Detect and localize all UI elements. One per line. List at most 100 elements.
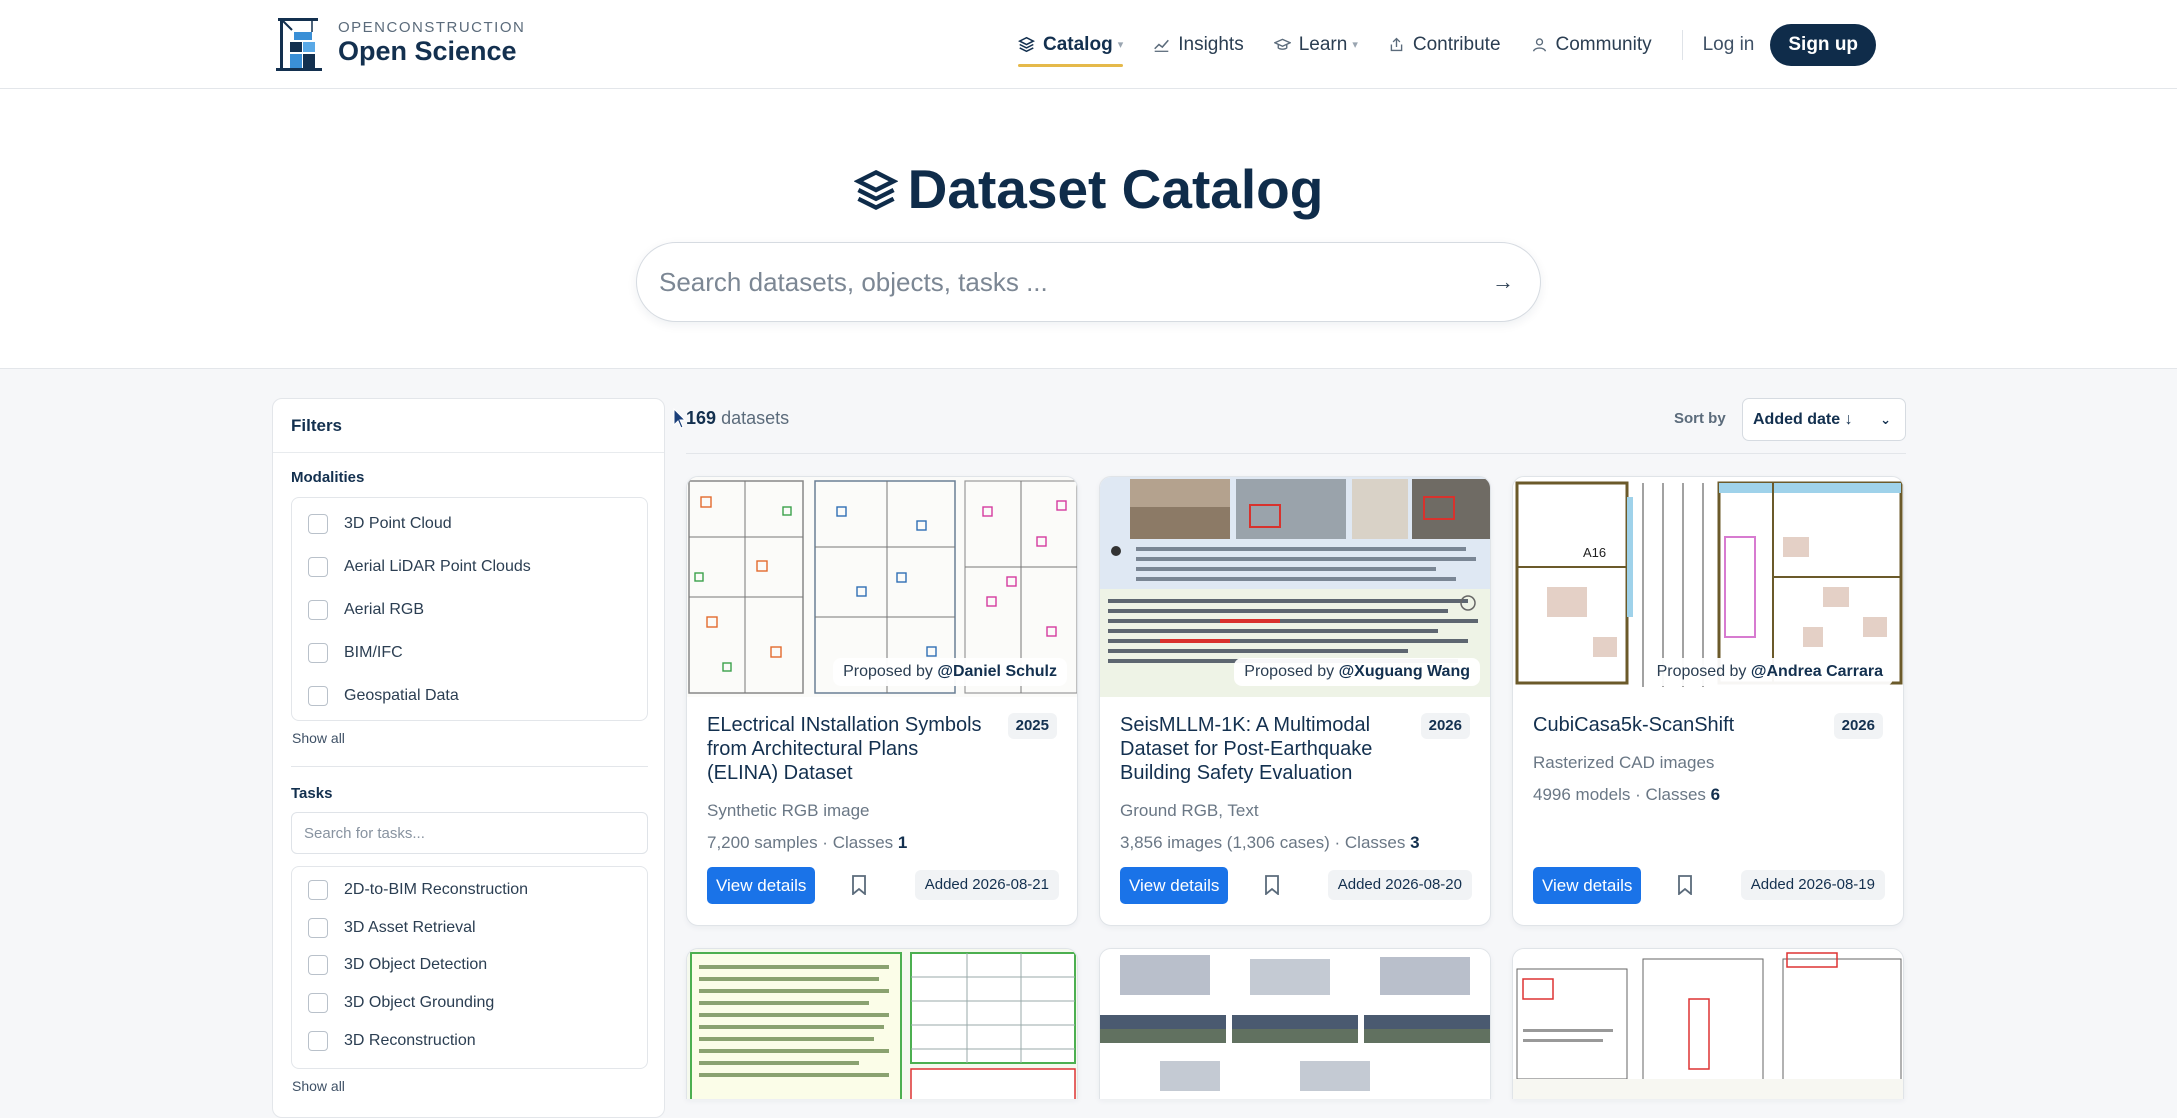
nav-catalog-label: Catalog [1043, 33, 1113, 55]
chevron-down-icon: ▾ [1352, 39, 1358, 51]
dataset-card [686, 948, 1078, 1099]
dataset-card [1099, 948, 1491, 1099]
dataset-thumbnail[interactable]: Proposed by @Xuguang Wang [1100, 477, 1490, 697]
checkbox[interactable] [308, 955, 328, 976]
arrow-right-icon[interactable]: → [1490, 269, 1516, 295]
filters-title: Filters [273, 399, 664, 453]
checkbox[interactable] [308, 879, 328, 900]
author-link[interactable]: @Andrea Carrara [1751, 663, 1883, 680]
checkbox[interactable] [308, 513, 328, 534]
tasks-list: 2D-to-BIM Reconstruction 3D Asset Retrie… [291, 866, 648, 1069]
dataset-stats: 3,856 images (1,306 cases) · Classes 3 [1120, 833, 1420, 852]
bookmark-icon[interactable] [851, 875, 867, 895]
added-date-badge: Added 2026-08-20 [1327, 870, 1472, 900]
sample-count: 3,856 images (1,306 cases) [1120, 833, 1330, 852]
checkbox[interactable] [308, 642, 328, 663]
modality-option[interactable]: Geospatial Data [292, 674, 647, 717]
results-count-number: 169 [686, 408, 717, 428]
hero-section: Dataset Catalog → [0, 89, 2177, 369]
upload-icon [1390, 37, 1403, 52]
dataset-thumbnail[interactable] [687, 949, 1077, 1099]
bookmark-icon[interactable] [1264, 875, 1280, 895]
task-option[interactable]: 3D Object Grounding [292, 984, 647, 1022]
dataset-thumbnail[interactable] [1513, 949, 1903, 1099]
checkbox[interactable] [308, 556, 328, 577]
modality-label: 3D Point Cloud [344, 514, 452, 532]
dataset-stats: 4996 models · Classes 6 [1533, 785, 1721, 804]
view-details-button[interactable]: View details [707, 867, 816, 904]
dataset-thumbnail[interactable]: A16 Proposed by @Andrea Carrara [1513, 477, 1903, 697]
author-link[interactable]: @Xuguang Wang [1339, 663, 1470, 680]
task-label: 3D Object Grounding [344, 994, 495, 1012]
checkbox[interactable] [308, 1031, 328, 1052]
checkbox[interactable] [308, 993, 328, 1014]
signup-button[interactable]: Sign up [1770, 23, 1877, 66]
dataset-stats: 7,200 samples · Classes 1 [707, 833, 908, 852]
task-option[interactable]: 3D Reconstruction [292, 1022, 647, 1060]
proposed-by-badge: Proposed by @Xuguang Wang [1234, 658, 1480, 686]
dataset-title[interactable]: SeisMLLM-1K: A Multimodal Dataset for Po… [1120, 713, 1405, 785]
author-link[interactable]: @Daniel Schulz [937, 663, 1057, 680]
layers-icon [1018, 36, 1035, 53]
checkbox[interactable] [308, 599, 328, 620]
nav-insights[interactable]: Insights [1153, 25, 1244, 65]
task-search-input[interactable] [291, 812, 648, 854]
view-details-button[interactable]: View details [1120, 867, 1229, 904]
bookmark-icon[interactable] [1677, 875, 1693, 895]
year-badge: 2026 [1420, 713, 1470, 739]
sample-count: 7,200 samples [707, 833, 818, 852]
dataset-card [1512, 948, 1904, 1099]
nav-community-label: Community [1555, 33, 1652, 55]
year-badge: 2026 [1833, 713, 1883, 739]
search-bar: → [636, 242, 1541, 322]
proposed-by-badge: Proposed by @Daniel Schulz [833, 658, 1067, 686]
checkbox[interactable] [308, 917, 328, 938]
task-option[interactable]: 3D Object Detection [292, 947, 647, 985]
tasks-title: Tasks [291, 785, 333, 802]
dataset-thumbnail[interactable]: Proposed by @Daniel Schulz [687, 477, 1077, 697]
site-logo[interactable]: OPENCONSTRUCTION Open Science [272, 14, 525, 72]
nav-community[interactable]: Community [1531, 25, 1652, 65]
modality-option[interactable]: 3D Point Cloud [292, 502, 647, 545]
nav-learn-label: Learn [1298, 33, 1348, 55]
dataset-thumbnail[interactable] [1100, 949, 1490, 1099]
document-table-thumbnail-icon [687, 949, 1077, 1099]
task-option[interactable]: 3D Asset Retrieval [292, 909, 647, 947]
nav-contribute[interactable]: Contribute [1388, 25, 1501, 65]
graduation-cap-icon [1273, 38, 1291, 50]
modality-option[interactable]: BIM/IFC [292, 631, 647, 674]
classes-label: Classes [832, 833, 894, 852]
dataset-title[interactable]: CubiCasa5k-ScanShift [1533, 713, 1818, 737]
dataset-title[interactable]: ELectrical INstallation Symbols from Arc… [707, 713, 992, 785]
year-badge: 2025 [1007, 713, 1057, 739]
modalities-show-all[interactable]: Show all [292, 730, 345, 746]
task-option[interactable]: 2D-to-BIM Reconstruction [292, 871, 647, 909]
modality-label: Aerial RGB [344, 600, 425, 618]
classes-count: 6 [1710, 785, 1721, 804]
modality-option[interactable]: Aerial LiDAR Point Clouds [292, 545, 647, 588]
tasks-show-all[interactable]: Show all [292, 1078, 345, 1094]
nav-catalog[interactable]: Catalog ▾ [1018, 25, 1124, 67]
classes-count: 3 [1410, 833, 1420, 852]
top-navigation-bar: OPENCONSTRUCTION Open Science Catalog ▾ … [0, 0, 2177, 89]
layers-icon [853, 169, 899, 211]
view-details-button[interactable]: View details [1533, 867, 1642, 904]
modality-option[interactable]: Aerial RGB [292, 588, 647, 631]
checkbox[interactable] [308, 685, 328, 706]
task-label: 2D-to-BIM Reconstruction [344, 880, 529, 898]
proposed-by-prefix: Proposed by [843, 663, 933, 680]
added-date-badge: Added 2026-08-19 [1740, 870, 1885, 900]
brand-subtitle: OPENCONSTRUCTION [338, 19, 526, 36]
sort-select[interactable]: Added date ↓ ⌄ [1742, 398, 1906, 441]
modalities-title: Modalities [291, 469, 365, 486]
filters-panel: Filters Modalities 3D Point Cloud Aerial… [272, 398, 665, 1118]
results-count-suffix: datasets [721, 408, 790, 428]
modality-label: BIM/IFC [344, 643, 403, 661]
dataset-modality: Ground RGB, Text [1120, 801, 1259, 820]
search-input[interactable] [659, 243, 1459, 321]
classes-label: Classes [1645, 785, 1706, 804]
task-label: 3D Reconstruction [344, 1032, 476, 1050]
chevron-down-icon: ⌄ [1880, 412, 1891, 427]
login-link[interactable]: Log in [1703, 34, 1755, 56]
nav-learn[interactable]: Learn ▾ [1273, 25, 1358, 65]
